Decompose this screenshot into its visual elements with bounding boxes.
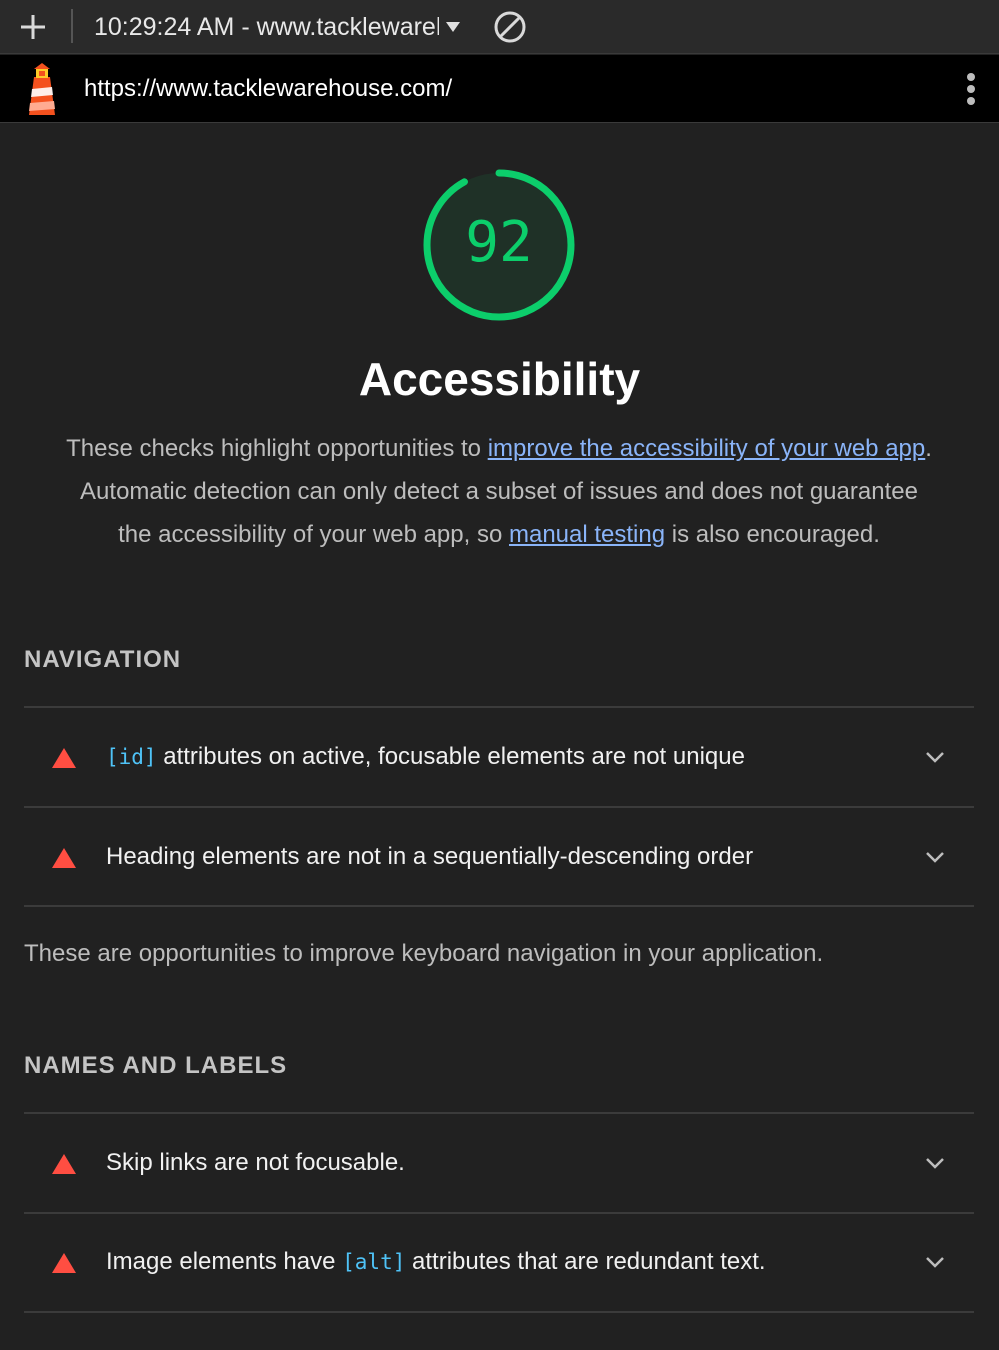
audit-title: Skip links are not focusable. [106, 1149, 405, 1176]
kebab-dot [967, 97, 975, 105]
audit-item[interactable]: Skip links are not focusable. [24, 1115, 974, 1211]
toolbar-separator [71, 9, 73, 43]
manual-testing-link[interactable]: manual testing [509, 521, 665, 548]
url-bar: https://www.tacklewarehouse.com/ [0, 55, 999, 123]
audit-title: Heading elements are not in a sequential… [106, 843, 754, 870]
fail-triangle-icon [52, 1154, 76, 1174]
audited-url[interactable]: https://www.tacklewarehouse.com/ [84, 75, 452, 103]
description-text: These checks highlight opportunities to [66, 435, 488, 462]
fail-triangle-icon [52, 848, 76, 868]
audit-code: [id] [106, 745, 157, 769]
new-report-button[interactable] [16, 10, 50, 44]
report-selector-value: 10:29:24 AM - www.tacklewarehouse.com [94, 12, 439, 41]
description-text: is also encouraged. [665, 521, 880, 548]
audit-text: attributes that are redundant text. [405, 1248, 766, 1275]
divider [24, 706, 974, 708]
block-icon [494, 11, 526, 43]
plus-icon [21, 15, 45, 39]
chevron-down-icon [926, 752, 944, 763]
kebab-dot [967, 85, 975, 93]
fail-triangle-icon [52, 748, 76, 768]
audit-text: Image elements have [106, 1248, 343, 1275]
audit-title: [id] attributes on active, focusable ele… [106, 743, 745, 771]
kebab-dot [967, 73, 975, 81]
improve-accessibility-link[interactable]: improve the accessibility of your web ap… [488, 435, 926, 462]
chevron-down-icon [926, 1257, 944, 1268]
divider [24, 905, 974, 907]
fail-triangle-icon [52, 1253, 76, 1273]
chevron-down-icon [926, 1158, 944, 1169]
audit-code: [alt] [342, 1250, 406, 1274]
divider [24, 1311, 974, 1313]
divider [24, 1112, 974, 1114]
category-title: Accessibility [358, 353, 641, 405]
divider [24, 806, 974, 808]
audit-item[interactable]: Image elements have [alt] attributes tha… [24, 1214, 974, 1310]
audit-item[interactable]: Heading elements are not in a sequential… [24, 809, 974, 905]
chevron-down-icon [926, 852, 944, 863]
more-options-button[interactable] [958, 69, 984, 109]
dropdown-triangle-icon [446, 22, 460, 32]
score-value: 92 [465, 210, 533, 275]
report-selector[interactable]: 10:29:24 AM - www.tacklewarehouse.com [94, 10, 464, 44]
audit-item[interactable]: [id] attributes on active, focusable ele… [24, 709, 974, 805]
audit-text: attributes on active, focusable elements… [156, 743, 745, 770]
audit-title: Image elements have [alt] attributes tha… [106, 1248, 766, 1276]
group-description: These are opportunities to improve keybo… [24, 940, 824, 967]
category-description: These checks highlight opportunities to … [66, 427, 932, 556]
lighthouse-logo-icon [29, 63, 55, 115]
clear-reports-button[interactable] [492, 9, 528, 45]
group-title-names-and-labels: NAMES AND LABELS [24, 1052, 288, 1079]
group-title-navigation: NAVIGATION [24, 646, 182, 673]
report-toolbar: 10:29:24 AM - www.tacklewarehouse.com [0, 0, 999, 54]
